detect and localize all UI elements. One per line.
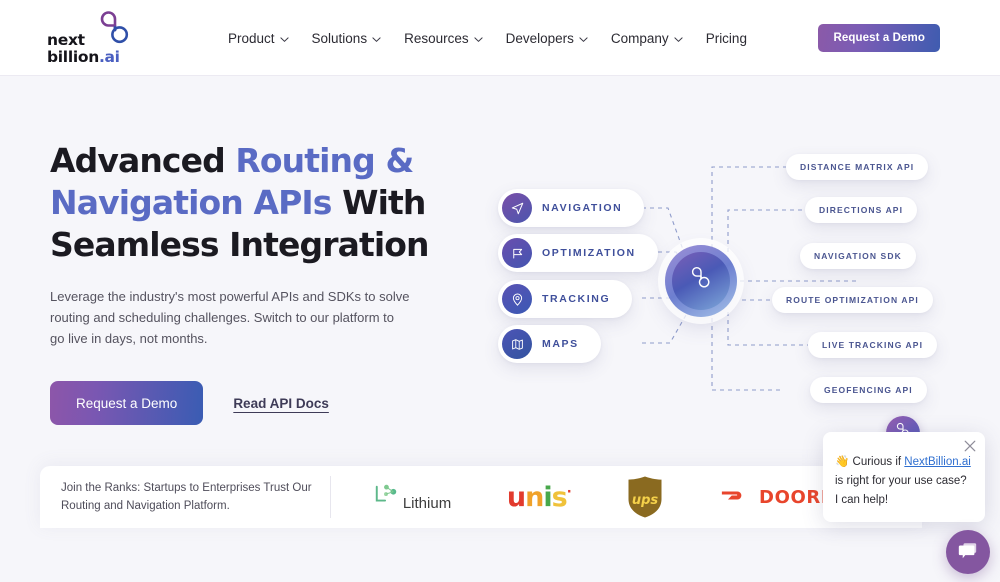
nextbillion-infinity-logo-icon	[686, 264, 716, 299]
product-pill-route-optimization-api[interactable]: ROUTE OPTIMIZATION API	[772, 287, 933, 313]
chat-text-before: Curious if	[849, 456, 905, 468]
doordash-mark-icon	[720, 485, 750, 510]
nav-item-developers[interactable]: Developers	[506, 31, 588, 46]
unis-letter-s: s	[551, 481, 568, 513]
chat-greeting-bubble: 👋 Curious if NextBillion.ai is right for…	[823, 432, 985, 522]
main-navigation: Product Solutions Resources Developers C…	[228, 0, 747, 76]
product-label: LIVE TRACKING API	[822, 340, 924, 350]
lithium-wordmark: Lithium	[402, 494, 452, 512]
site-logo-text: next billion.ai	[47, 32, 120, 66]
customer-logo-strip: Join the Ranks: Startups to Enterprises …	[40, 466, 922, 528]
unis-letter-i: i	[543, 481, 552, 513]
nav-label: Pricing	[705, 30, 747, 46]
capability-pill-navigation[interactable]: NAVIGATION	[498, 189, 645, 227]
nav-item-product[interactable]: Product	[228, 31, 289, 46]
wave-emoji-icon: 👋	[835, 456, 850, 468]
nav-item-pricing[interactable]: Pricing	[706, 31, 747, 46]
chat-text-after: is right for your use case? I can help!	[835, 475, 967, 506]
capability-label: TRACKING	[542, 293, 611, 305]
unis-letter-n: n	[525, 481, 544, 513]
hero-request-demo-button[interactable]: Request a Demo	[50, 381, 204, 425]
nav-label: Company	[610, 30, 669, 46]
nextbillion-platform-hub	[665, 245, 737, 317]
chevron-down-icon	[579, 35, 588, 44]
headline-segment-1: Advanced	[50, 141, 236, 180]
product-label: NAVIGATION SDK	[814, 251, 902, 261]
product-pill-directions-api[interactable]: DIRECTIONS API	[805, 197, 918, 223]
unis-letter-u: u	[506, 481, 526, 513]
product-label: DISTANCE MATRIX API	[800, 162, 915, 172]
product-pill-live-tracking-api[interactable]: LIVE TRACKING API	[808, 332, 938, 358]
capability-label: OPTIMIZATION	[542, 247, 636, 259]
logo-suffix: .ai	[98, 48, 120, 66]
chat-nextbillion-link[interactable]: NextBillion.ai	[904, 456, 970, 468]
product-label: ROUTE OPTIMIZATION API	[786, 295, 919, 305]
customer-logo-unis: unis·	[506, 481, 572, 513]
product-pill-geofencing-api[interactable]: GEOFENCING API	[810, 377, 927, 403]
page-title: Advanced Routing & Navigation APIs With …	[50, 140, 470, 266]
product-architecture-diagram: NAVIGATION OPTIMIZATION TRACKING MAPS DI…	[490, 140, 1000, 420]
product-pill-distance-matrix-api[interactable]: DISTANCE MATRIX API	[786, 154, 929, 180]
capability-label: MAPS	[542, 338, 579, 350]
logo-strip-text: Join the Ranks: Startups to Enterprises …	[61, 482, 312, 512]
ups-wordmark: ups	[632, 493, 659, 508]
chevron-down-icon	[474, 35, 483, 44]
nav-item-resources[interactable]: Resources	[404, 31, 483, 46]
capability-pill-maps[interactable]: MAPS	[498, 325, 601, 363]
read-api-docs-link[interactable]: Read API Docs	[233, 396, 329, 411]
paper-plane-icon	[502, 193, 532, 223]
customer-logo-ups: ups	[626, 475, 664, 519]
capability-pill-tracking[interactable]: TRACKING	[498, 280, 633, 318]
chevron-down-icon	[279, 35, 289, 44]
logo-line-2: billion	[47, 48, 99, 66]
nav-item-company[interactable]: Company	[611, 31, 683, 46]
chat-bubble-icon	[957, 541, 979, 564]
location-pin-icon	[502, 284, 532, 314]
hero-content: Advanced Routing & Navigation APIs With …	[50, 140, 470, 425]
product-label: DIRECTIONS API	[819, 205, 904, 215]
nav-label: Product	[228, 30, 275, 46]
close-icon[interactable]	[963, 439, 977, 453]
flag-icon	[502, 238, 532, 268]
nav-label: Solutions	[311, 30, 368, 46]
chevron-down-icon	[674, 35, 683, 44]
capability-label: NAVIGATION	[542, 202, 623, 214]
hero-cta-row: Request a Demo Read API Docs	[50, 381, 470, 425]
lithium-mark-icon	[373, 483, 399, 512]
site-header: next billion.ai Product Solutions Resour…	[0, 0, 1000, 76]
nav-label: Resources	[404, 30, 469, 46]
hub-inner-circle	[672, 252, 730, 310]
chevron-down-icon	[372, 35, 381, 44]
page-root: next billion.ai Product Solutions Resour…	[0, 0, 1000, 582]
product-label: GEOFENCING API	[824, 385, 913, 395]
customer-logo-lithium: Lithium	[373, 483, 451, 512]
logo-line-1: next	[47, 31, 85, 49]
capability-pill-optimization[interactable]: OPTIMIZATION	[498, 234, 658, 272]
product-pill-navigation-sdk[interactable]: NAVIGATION SDK	[800, 243, 916, 269]
header-request-demo-button[interactable]: Request a Demo	[818, 24, 940, 52]
nav-label: Developers	[505, 30, 574, 46]
unis-dot: ·	[566, 484, 572, 500]
folded-map-icon	[502, 329, 532, 359]
chat-launcher-button[interactable]	[946, 530, 990, 574]
site-logo[interactable]: next billion.ai	[47, 8, 139, 70]
hero-subcopy: Leverage the industry's most powerful AP…	[50, 289, 410, 346]
chat-message: 👋 Curious if NextBillion.ai is right for…	[835, 453, 973, 510]
nav-item-solutions[interactable]: Solutions	[312, 31, 382, 46]
